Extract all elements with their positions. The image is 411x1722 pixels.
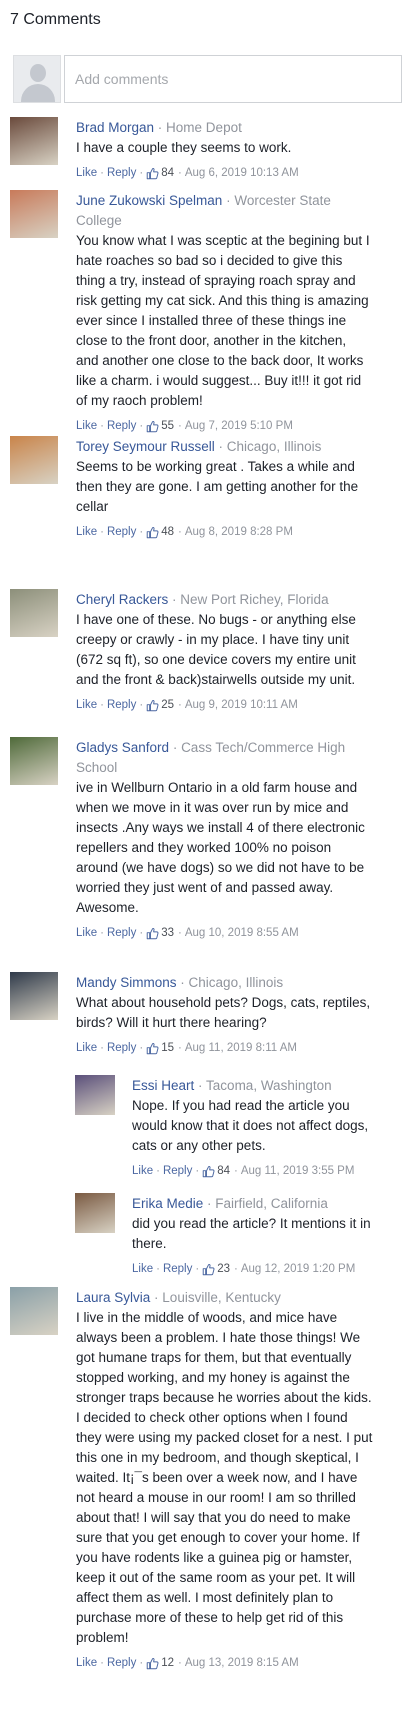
like-count: 15 <box>161 1042 174 1054</box>
comment-timestamp: Aug 10, 2019 8:55 AM <box>184 927 299 939</box>
avatar <box>10 1287 58 1335</box>
comment-author[interactable]: Laura Sylvia <box>76 1290 150 1305</box>
comment-timestamp: Aug 13, 2019 8:15 AM <box>184 1657 299 1669</box>
comment-affiliation: Louisville, Kentucky <box>162 1290 281 1305</box>
like-button[interactable]: Like <box>76 164 97 182</box>
avatar <box>10 589 58 637</box>
like-button[interactable]: Like <box>76 523 97 541</box>
like-count: 33 <box>161 927 174 939</box>
comment-actions: Like · Reply · 23 · Aug 12, 2019 1:20 PM <box>132 1260 382 1278</box>
comment-actions: Like · Reply · 55 · Aug 7, 2019 5:10 PM <box>76 417 372 435</box>
reply-button[interactable]: Reply <box>163 1162 192 1180</box>
thumbs-up-icon <box>146 420 159 432</box>
reply-button[interactable]: Reply <box>107 1654 136 1672</box>
like-count: 84 <box>161 167 174 179</box>
comment-text: What about household pets? Dogs, cats, r… <box>76 995 371 1030</box>
like-count: 12 <box>161 1657 174 1669</box>
comment-affiliation: Tacoma, Washington <box>206 1078 332 1093</box>
avatar <box>10 972 58 1020</box>
comment-timestamp: Aug 8, 2019 8:28 PM <box>184 526 293 538</box>
like-count: 55 <box>161 420 174 432</box>
comment-author[interactable]: June Zukowski Spelman <box>76 193 222 208</box>
like-button[interactable]: Like <box>76 924 97 942</box>
comment-actions: Like · Reply · 12 · Aug 13, 2019 8:15 AM <box>76 1654 376 1672</box>
comment-actions: Like · Reply · 48 · Aug 8, 2019 8:28 PM <box>76 523 376 541</box>
thumbs-up-icon <box>146 167 159 179</box>
thumbs-up-icon <box>146 1657 159 1669</box>
reply-button[interactable]: Reply <box>107 417 136 435</box>
avatar <box>10 190 58 238</box>
thumbs-up-icon <box>146 699 159 711</box>
comment-text: I have one of these. No bugs - or anythi… <box>76 612 356 687</box>
comment-timestamp: Aug 11, 2019 3:55 PM <box>240 1165 355 1177</box>
comment-text: did you read the article? It mentions it… <box>132 1216 371 1251</box>
comment-author[interactable]: Gladys Sanford <box>76 740 169 755</box>
reply-button[interactable]: Reply <box>107 523 136 541</box>
comment-timestamp: Aug 6, 2019 10:13 AM <box>184 167 299 179</box>
comment-text: Seems to be working great . Takes a whil… <box>76 459 359 514</box>
comment-actions: Like · Reply · 15 · Aug 11, 2019 8:11 AM <box>76 1039 378 1057</box>
reply-button[interactable]: Reply <box>163 1260 192 1278</box>
comment-timestamp: Aug 12, 2019 1:20 PM <box>240 1263 356 1275</box>
avatar <box>75 1193 115 1233</box>
like-button[interactable]: Like <box>132 1260 153 1278</box>
reply-button[interactable]: Reply <box>107 696 136 714</box>
like-count: 23 <box>217 1263 230 1275</box>
comment-affiliation: New Port Richey, Florida <box>180 592 329 607</box>
comment-actions: Like · Reply · 84 · Aug 11, 2019 3:55 PM <box>132 1162 382 1180</box>
reply-button[interactable]: Reply <box>107 924 136 942</box>
reply-button[interactable]: Reply <box>107 164 136 182</box>
comment-author[interactable]: Essi Heart <box>132 1078 194 1093</box>
default-avatar-icon <box>13 55 61 103</box>
comment-author[interactable]: Mandy Simmons <box>76 975 177 990</box>
comment-text: You know what I was sceptic at the begin… <box>76 233 370 408</box>
comment-composer <box>10 55 402 103</box>
comment-text: I have a couple they seems to work. <box>76 140 292 155</box>
comment-count: 7 Comments <box>10 11 101 28</box>
comment-text: I live in the middle of woods, and mice … <box>76 1310 373 1645</box>
comment-author[interactable]: Brad Morgan <box>76 120 154 135</box>
avatar <box>10 117 58 165</box>
like-button[interactable]: Like <box>76 1039 97 1057</box>
comment-actions: Like · Reply · 25 · Aug 9, 2019 10:11 AM <box>76 696 378 714</box>
avatar <box>10 436 58 484</box>
comment-affiliation: Home Depot <box>166 120 242 135</box>
thumbs-up-icon <box>146 526 159 538</box>
thumbs-up-icon <box>146 1042 159 1054</box>
comments-widget: 7 Comments Brad Morgan · Home Depot I ha… <box>0 0 411 1722</box>
reply-button[interactable]: Reply <box>107 1039 136 1057</box>
like-count: 48 <box>161 526 174 538</box>
comment-actions: Like · Reply · 84 · Aug 6, 2019 10:13 AM <box>76 164 376 182</box>
thumbs-up-icon <box>202 1165 215 1177</box>
thumbs-up-icon <box>202 1263 215 1275</box>
like-button[interactable]: Like <box>76 417 97 435</box>
thumbs-up-icon <box>146 927 159 939</box>
comment-timestamp: Aug 11, 2019 8:11 AM <box>184 1042 297 1054</box>
comment-affiliation: Fairfield, California <box>215 1196 328 1211</box>
comment-author[interactable]: Cheryl Rackers <box>76 592 168 607</box>
comment-text: ive in Wellburn Ontario in a old farm ho… <box>76 780 365 915</box>
comment-affiliation: Chicago, Illinois <box>226 439 322 454</box>
like-button[interactable]: Like <box>132 1162 153 1180</box>
add-comment-input[interactable] <box>64 55 402 103</box>
avatar <box>10 737 58 785</box>
comment-affiliation: Chicago, Illinois <box>188 975 284 990</box>
comment-actions: Like · Reply · 33 · Aug 10, 2019 8:55 AM <box>76 924 376 942</box>
comment-timestamp: Aug 7, 2019 5:10 PM <box>184 420 293 432</box>
avatar <box>75 1075 115 1115</box>
comment-text: Nope. If you had read the article you wo… <box>132 1098 369 1153</box>
comment-author[interactable]: Erika Medie <box>132 1196 203 1211</box>
comment-timestamp: Aug 9, 2019 10:11 AM <box>184 699 298 711</box>
like-count: 84 <box>217 1165 230 1177</box>
like-count: 25 <box>161 699 174 711</box>
like-button[interactable]: Like <box>76 1654 97 1672</box>
like-button[interactable]: Like <box>76 696 97 714</box>
comment-author[interactable]: Torey Seymour Russell <box>76 439 215 454</box>
